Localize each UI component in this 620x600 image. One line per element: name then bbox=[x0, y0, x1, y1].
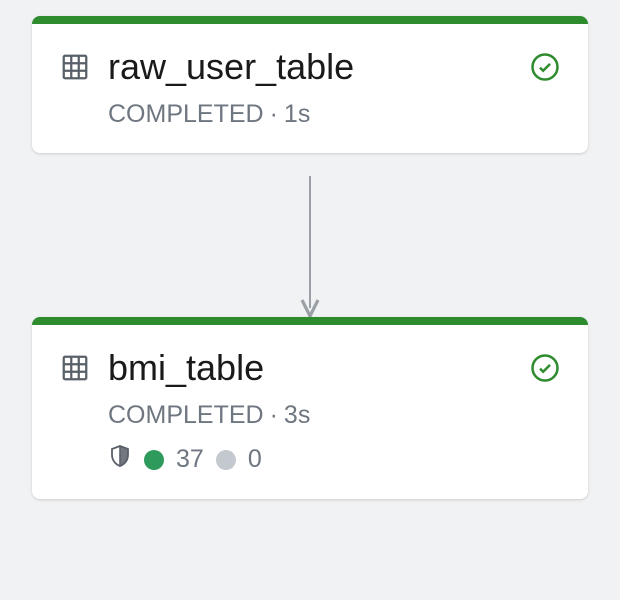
metric-pass-dot-icon bbox=[144, 450, 164, 470]
node-status-label: COMPLETED bbox=[108, 100, 264, 129]
node-header: bmi_table bbox=[60, 347, 560, 389]
shield-icon bbox=[108, 444, 132, 475]
pipeline-node-bmi-table[interactable]: bmi_table COMPLETED · 3s 37 bbox=[32, 317, 588, 499]
node-status-line: COMPLETED · 3s bbox=[108, 401, 560, 430]
pipeline-node-raw-user-table[interactable]: raw_user_table COMPLETED · 1s bbox=[32, 16, 588, 153]
node-status-line: COMPLETED · 1s bbox=[108, 100, 560, 129]
node-status-label: COMPLETED bbox=[108, 401, 264, 430]
success-check-icon bbox=[530, 52, 560, 82]
table-icon bbox=[60, 52, 90, 82]
pipeline-graph: raw_user_table COMPLETED · 1s bbox=[0, 0, 620, 600]
metric-fail-count: 0 bbox=[248, 445, 262, 474]
node-metrics: 37 0 bbox=[108, 444, 560, 475]
success-check-icon bbox=[530, 353, 560, 383]
node-duration: 1s bbox=[284, 100, 310, 129]
node-title: raw_user_table bbox=[108, 46, 512, 88]
metric-none-dot-icon bbox=[216, 450, 236, 470]
metric-pass-count: 37 bbox=[176, 445, 204, 474]
node-title: bmi_table bbox=[108, 347, 512, 389]
node-header: raw_user_table bbox=[60, 46, 560, 88]
table-icon bbox=[60, 353, 90, 383]
separator: · bbox=[270, 401, 278, 430]
edge-arrow bbox=[309, 176, 311, 318]
separator: · bbox=[270, 100, 278, 129]
node-duration: 3s bbox=[284, 401, 310, 430]
